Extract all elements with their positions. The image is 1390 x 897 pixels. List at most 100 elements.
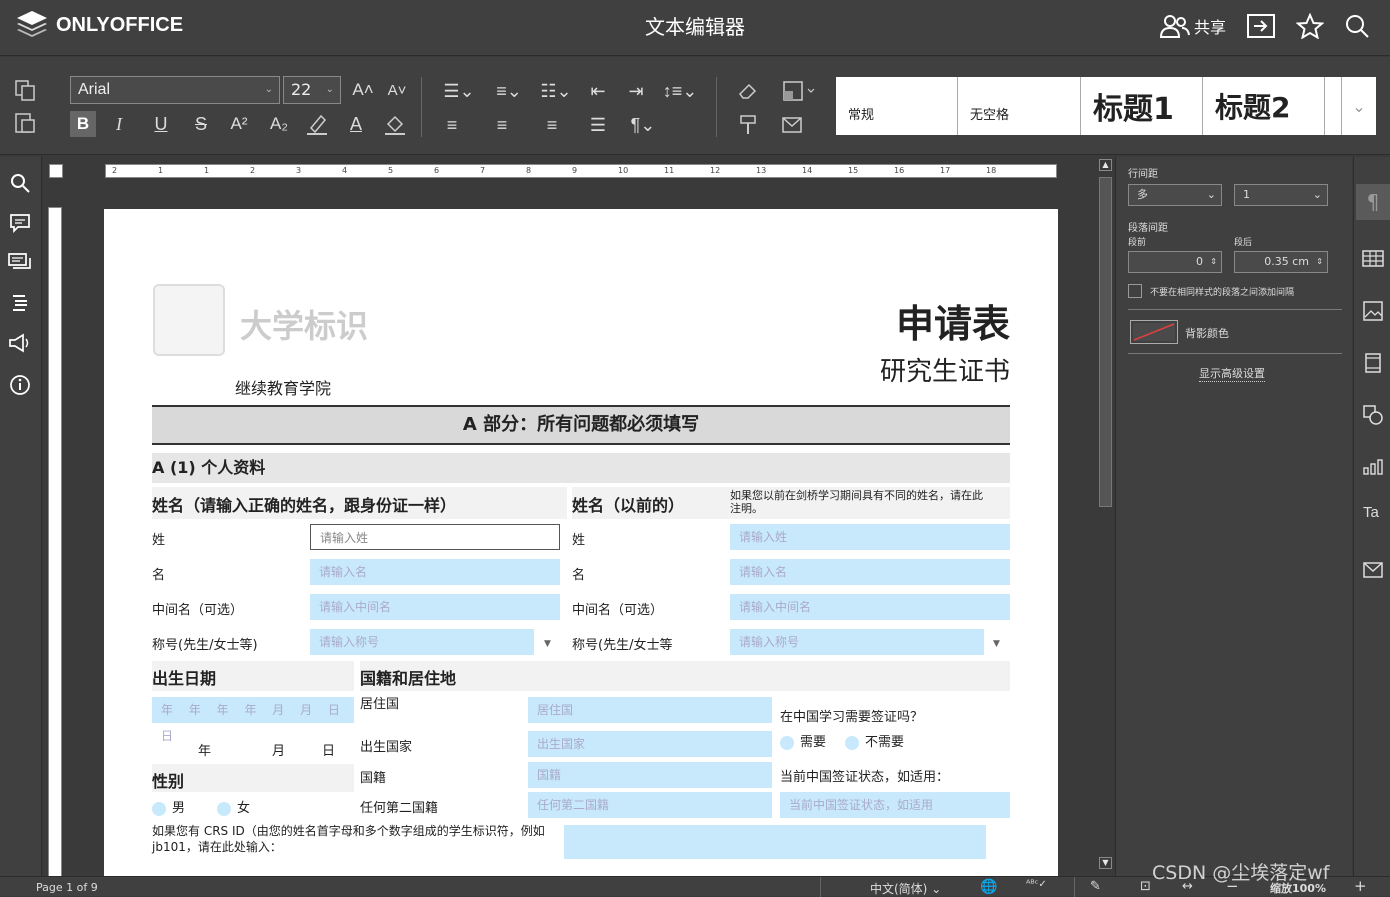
copy-button[interactable]	[12, 79, 38, 103]
increase-indent-button[interactable]: ⇥	[624, 79, 648, 103]
nonprinting-chars-button[interactable]: ¶⌄	[626, 113, 660, 137]
paste-button[interactable]	[12, 111, 38, 135]
line-spacing-value-select[interactable]: 1 ⌄	[1234, 184, 1328, 206]
style-gallery-expand[interactable]: ⌄	[1342, 77, 1376, 135]
clear-style-button[interactable]	[736, 79, 760, 103]
chart-settings-tab[interactable]	[1362, 456, 1386, 482]
scroll-down-icon[interactable]: ▼	[1099, 857, 1112, 869]
vertical-scrollbar[interactable]: ▲ ▼	[1097, 157, 1114, 874]
search-button[interactable]	[1344, 10, 1370, 42]
find-button[interactable]	[8, 171, 32, 195]
page-counter[interactable]: Page 1 of 9	[36, 881, 98, 894]
vertical-ruler[interactable]	[48, 207, 62, 877]
document-page[interactable]: 大学标识 继续教育学院 申请表 研究生证书 A 部分：所有问题都必须填写 A (…	[104, 209, 1058, 877]
share-button[interactable]: 共享	[1159, 10, 1226, 42]
language-select[interactable]: 中文(简体) ⌄	[870, 880, 941, 897]
radio-button[interactable]	[780, 735, 794, 750]
radio-button[interactable]	[845, 735, 859, 750]
middle-name-input[interactable]: 请输入中间名	[310, 594, 560, 620]
font-size-select[interactable]: 22 ⌄	[283, 76, 341, 104]
scroll-up-icon[interactable]: ▲	[1099, 159, 1112, 171]
birth-country-input[interactable]: 出生国家	[528, 731, 772, 757]
visa-yes-option[interactable]: 需要	[780, 731, 826, 750]
title-select[interactable]: 请输入称号	[310, 629, 534, 655]
spacing-after-input[interactable]: 0.35 cm ⇕	[1234, 251, 1328, 273]
justify-button[interactable]: ☰	[586, 113, 610, 137]
ruler-corner[interactable]	[49, 164, 63, 178]
horizontal-ruler[interactable]: 2 1 1 2 3 4 5 6 7 8 9 10 11 12 13 14 15 16 17 18	[105, 164, 1057, 178]
zoom-in-button[interactable]: +	[1354, 877, 1367, 895]
style-normal[interactable]: 常规	[836, 77, 958, 135]
visa-status-input[interactable]: 当前中国签证状态，如适用	[780, 792, 1010, 818]
crs-id-input[interactable]	[564, 825, 986, 859]
style-heading1[interactable]: 标题1	[1081, 77, 1203, 135]
align-left-button[interactable]: ≡	[440, 113, 464, 137]
align-center-button[interactable]: ≡	[490, 113, 514, 137]
style-heading2[interactable]: 标题2	[1203, 77, 1325, 135]
previous-title-select[interactable]: 请输入称号	[730, 629, 984, 655]
document-language-button[interactable]: 🌐	[980, 879, 997, 895]
visa-no-option[interactable]: 不需要	[845, 731, 904, 750]
mail-merge-button[interactable]	[780, 113, 804, 137]
header-footer-tab[interactable]	[1362, 352, 1384, 378]
bold-button[interactable]: B	[70, 111, 96, 137]
background-color-picker[interactable]	[1130, 320, 1178, 344]
dob-input[interactable]: 年 年 年 年 月 月 日 日	[152, 697, 354, 743]
copy-style-button[interactable]	[736, 113, 760, 137]
line-spacing-mode-select[interactable]: 多 ⌄	[1128, 184, 1222, 206]
comments-button[interactable]	[8, 211, 32, 235]
bullet-list-button[interactable]: ☰⌄	[440, 79, 478, 103]
font-name-select[interactable]: Arial ⌄	[70, 76, 280, 104]
nationality-input[interactable]: 国籍	[528, 762, 772, 788]
align-right-button[interactable]: ≡	[540, 113, 564, 137]
chat-button[interactable]	[8, 251, 32, 275]
radio-button[interactable]	[152, 801, 166, 816]
color-scheme-button[interactable]	[780, 79, 820, 103]
numbered-list-button[interactable]: ≡⌄	[490, 79, 528, 103]
strikethrough-button[interactable]: S	[188, 111, 214, 137]
superscript-button[interactable]: A²	[226, 111, 252, 137]
no-space-checkbox[interactable]	[1128, 284, 1142, 298]
table-settings-tab[interactable]	[1362, 249, 1384, 273]
previous-surname-input[interactable]: 请输入姓	[730, 524, 1010, 550]
mail-merge-settings-tab[interactable]	[1362, 560, 1384, 584]
previous-given-name-input[interactable]: 请输入名	[730, 559, 1010, 585]
fit-page-button[interactable]: ⊡	[1140, 879, 1151, 894]
favorite-button[interactable]	[1296, 10, 1324, 42]
surname-input[interactable]: 请输入姓	[310, 524, 560, 550]
gender-male-option[interactable]: 男	[152, 797, 185, 816]
line-spacing-button[interactable]: ↕≡⌄	[660, 79, 700, 103]
spinner-icon[interactable]: ⇕	[1210, 252, 1217, 272]
advanced-settings-link[interactable]: 显示高级设置	[1199, 365, 1265, 382]
shape-settings-tab[interactable]	[1362, 404, 1384, 430]
track-changes-button[interactable]: ✎	[1090, 879, 1101, 894]
italic-button[interactable]: I	[106, 111, 132, 137]
residence-country-input[interactable]: 居住国	[528, 697, 772, 723]
underline-button[interactable]: U	[148, 111, 174, 137]
multilevel-list-button[interactable]: ☷⌄	[536, 79, 576, 103]
given-name-input[interactable]: 请输入名	[310, 559, 560, 585]
second-nationality-input[interactable]: 任何第二国籍	[528, 792, 772, 818]
navigation-button[interactable]	[8, 291, 32, 315]
spacing-before-input[interactable]: 0 ⇕	[1128, 251, 1222, 273]
paragraph-shading-button[interactable]	[382, 111, 408, 137]
text-art-settings-tab[interactable]: Ta	[1363, 504, 1379, 521]
about-button[interactable]	[8, 373, 32, 397]
highlight-button[interactable]	[304, 111, 330, 137]
decrease-font-button[interactable]: A˅	[386, 77, 408, 103]
chevron-down-icon[interactable]: ▼	[993, 639, 1000, 649]
font-color-button[interactable]: A	[343, 111, 369, 137]
spinner-icon[interactable]: ⇕	[1316, 252, 1323, 272]
spellcheck-button[interactable]: ᴬᴮᶜ✓	[1026, 879, 1047, 890]
style-no-spacing[interactable]: 无空格	[958, 77, 1081, 135]
paragraph-settings-tab[interactable]: ¶	[1356, 184, 1390, 220]
radio-button[interactable]	[217, 801, 231, 816]
scroll-thumb[interactable]	[1099, 177, 1112, 507]
gender-female-option[interactable]: 女	[217, 797, 250, 816]
increase-font-button[interactable]: A˄	[352, 77, 374, 103]
chevron-down-icon[interactable]: ▼	[544, 639, 551, 649]
subscript-button[interactable]: A₂	[266, 111, 292, 137]
image-settings-tab[interactable]	[1362, 300, 1384, 326]
decrease-indent-button[interactable]: ⇤	[586, 79, 610, 103]
open-location-button[interactable]	[1246, 10, 1276, 42]
